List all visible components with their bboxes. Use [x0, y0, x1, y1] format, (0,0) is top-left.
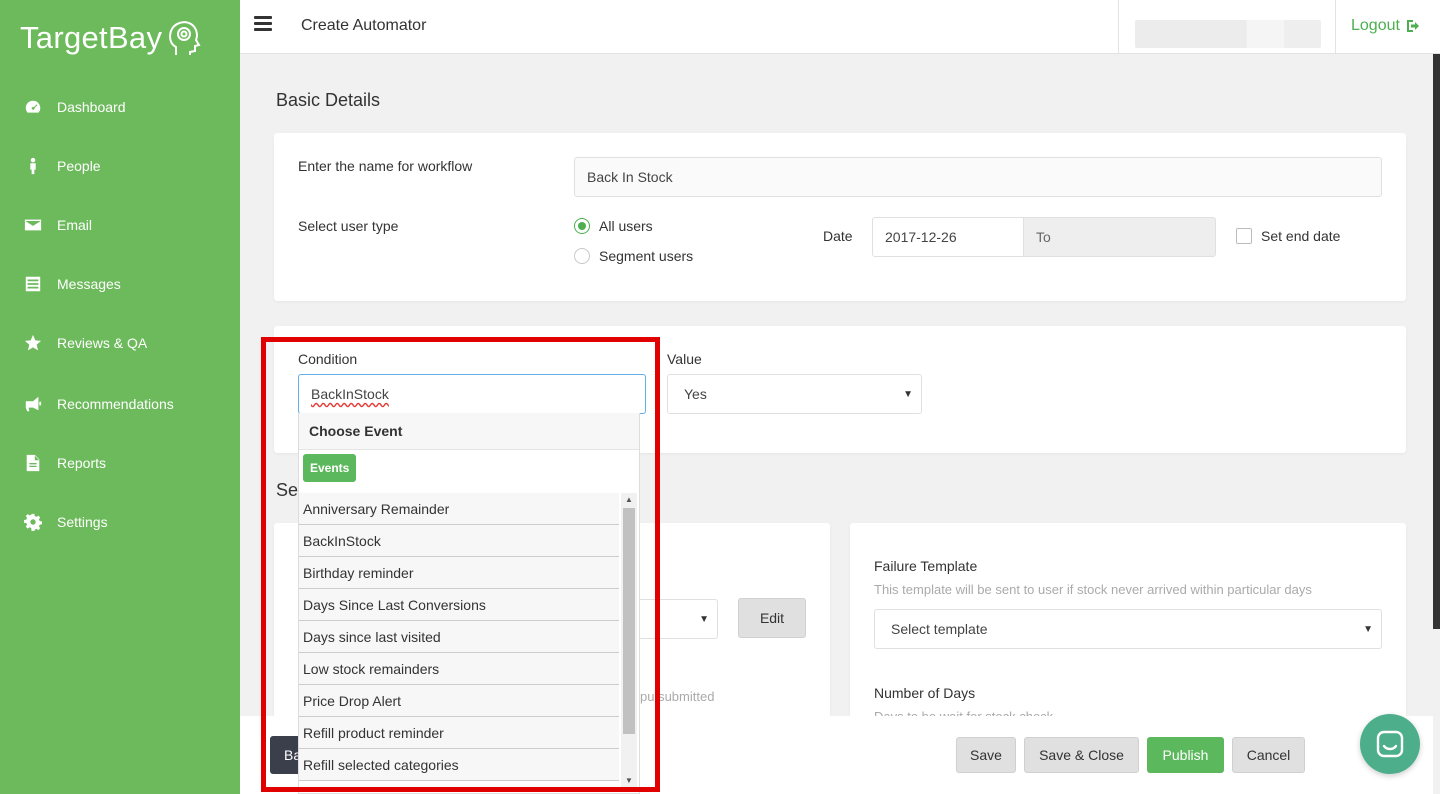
event-option[interactable]: Anniversary Remainder: [299, 493, 619, 525]
end-date-input[interactable]: To: [1023, 217, 1216, 257]
topbar: Create Automator Logout: [240, 0, 1440, 54]
page-title: Create Automator: [301, 17, 427, 34]
number-of-days-title: Number of Days: [874, 685, 976, 701]
sidebar-item-dashboard[interactable]: Dashboard: [0, 87, 240, 127]
sidebar-item-reviews[interactable]: Reviews & QA: [0, 323, 240, 363]
event-option[interactable]: Days since last visited: [299, 621, 619, 653]
sidebar-item-label: Reports: [57, 455, 107, 471]
user-name-redacted: [1135, 20, 1321, 48]
dashboard-icon: [24, 98, 42, 116]
start-date-input[interactable]: 2017-12-26: [872, 217, 1024, 257]
event-option[interactable]: Days Since Last Conversions: [299, 589, 619, 621]
success-template-select[interactable]: ▼: [640, 599, 718, 639]
logout-label: Logout: [1351, 17, 1400, 34]
envelope-icon: [24, 216, 42, 234]
event-option[interactable]: Refill selected categories: [299, 749, 619, 781]
failure-template-select[interactable]: Select template ▼: [874, 609, 1382, 649]
event-option[interactable]: Refill product reminder: [299, 717, 619, 749]
event-dropdown: Choose Event Events Anniversary Remainde…: [298, 413, 640, 794]
scroll-up-icon[interactable]: ▲: [621, 493, 637, 507]
sidebar-item-label: Messages: [57, 276, 121, 292]
set-end-date-checkbox[interactable]: [1236, 228, 1252, 244]
dropdown-header: Choose Event: [299, 413, 639, 450]
star-icon: [24, 334, 42, 352]
event-option[interactable]: Price Drop Alert: [299, 685, 619, 717]
workflow-name-input[interactable]: Back In Stock: [574, 157, 1382, 197]
brand-logo[interactable]: TargetBay: [20, 16, 202, 60]
event-option[interactable]: BackInStock: [299, 525, 619, 557]
event-option[interactable]: Low stock remainders: [299, 653, 619, 685]
messages-icon: [24, 275, 42, 293]
dropdown-scrollbar[interactable]: ▲ ▼: [621, 493, 637, 788]
document-icon: [24, 454, 42, 472]
sidebar-item-label: Settings: [57, 514, 108, 530]
scroll-thumb[interactable]: [623, 508, 635, 734]
gear-icon: [24, 513, 42, 531]
value-select-text: Yes: [684, 386, 707, 402]
megaphone-icon: [24, 395, 42, 413]
sidebar-item-settings[interactable]: Settings: [0, 502, 240, 542]
sidebar-item-email[interactable]: Email: [0, 205, 240, 245]
basic-details-title: Basic Details: [276, 90, 381, 110]
sidebar-item-label: Email: [57, 217, 93, 233]
person-icon: [24, 157, 42, 175]
brand-name: TargetBay: [20, 20, 163, 55]
segment-users-radio[interactable]: [574, 248, 590, 264]
segment-users-label: Segment users: [599, 248, 694, 264]
brand-head-icon: [169, 21, 201, 55]
set-end-date-label: Set end date: [1261, 228, 1341, 244]
logout-link[interactable]: Logout: [1351, 17, 1420, 35]
page-scrollbar[interactable]: [1433, 54, 1440, 629]
save-close-button[interactable]: Save & Close: [1024, 737, 1139, 773]
edit-button[interactable]: Edit: [738, 598, 806, 638]
all-users-radio[interactable]: [574, 218, 590, 234]
number-of-days-hint: Days to be wait for stock check: [874, 709, 1053, 716]
value-label: Value: [667, 351, 702, 367]
caret-down-icon: ▼: [903, 389, 913, 400]
all-users-label: All users: [599, 218, 653, 234]
user-type-label: Select user type: [298, 218, 399, 234]
caret-down-icon: ▼: [699, 614, 709, 625]
sidebar-item-label: Recommendations: [57, 396, 174, 412]
publish-button[interactable]: Publish: [1147, 737, 1224, 773]
cancel-button[interactable]: Cancel: [1232, 737, 1305, 773]
user-info[interactable]: [1118, 0, 1336, 54]
value-select[interactable]: Yes ▼: [667, 374, 922, 414]
sidebar-item-messages[interactable]: Messages: [0, 264, 240, 304]
condition-input[interactable]: BackInStock: [298, 374, 646, 414]
caret-down-icon: ▼: [1363, 624, 1373, 635]
logout-icon: [1406, 20, 1419, 32]
sidebar-item-label: People: [57, 158, 101, 174]
chat-widget-button[interactable]: [1360, 714, 1420, 774]
failure-template-title: Failure Template: [874, 558, 978, 574]
sidebar-item-reports[interactable]: Reports: [0, 443, 240, 483]
section-title-partial: Se: [276, 480, 299, 500]
failure-template-hint: This template will be sent to user if st…: [874, 582, 1312, 597]
submitted-hint: pu submitted: [640, 689, 715, 704]
save-button[interactable]: Save: [956, 737, 1016, 773]
failure-template-select-text: Select template: [891, 621, 988, 637]
sidebar: TargetBay Dashboard People Email Message…: [0, 0, 240, 794]
sidebar-item-label: Dashboard: [57, 99, 126, 115]
chat-icon: [1376, 730, 1404, 758]
sidebar-item-people[interactable]: People: [0, 146, 240, 186]
event-list: Anniversary Remainder BackInStock Birthd…: [299, 493, 621, 781]
condition-label: Condition: [298, 351, 358, 367]
event-option[interactable]: Birthday reminder: [299, 557, 619, 589]
events-badge: Events: [303, 454, 357, 482]
date-label: Date: [823, 228, 853, 244]
scroll-down-icon[interactable]: ▼: [621, 774, 637, 788]
sidebar-item-label: Reviews & QA: [57, 335, 148, 351]
workflow-name-label: Enter the name for workflow: [298, 158, 473, 174]
sidebar-item-recommendations[interactable]: Recommendations: [0, 384, 240, 424]
hamburger-menu-icon[interactable]: [254, 16, 272, 32]
